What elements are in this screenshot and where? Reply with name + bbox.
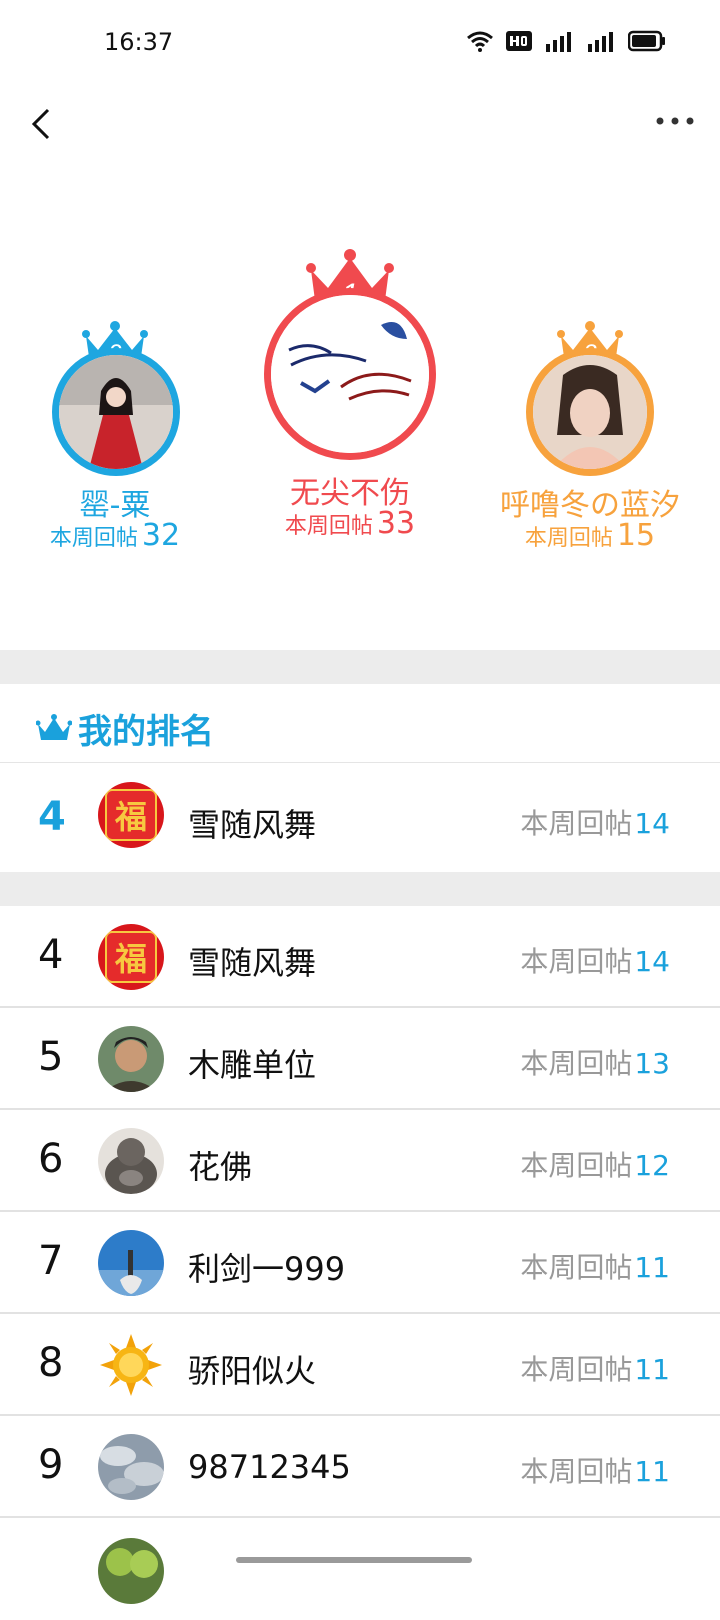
list-item[interactable]: 9 98712345 本周回帖11 [0, 1416, 720, 1518]
avatar[interactable] [98, 1332, 164, 1398]
reply-count: 本周回帖14 [520, 940, 670, 980]
avatar-first[interactable] [264, 288, 436, 460]
list-item[interactable]: 6 花佛 本周回帖12 [0, 1110, 720, 1212]
status-time: 16:37 [104, 28, 174, 56]
reply-count: 本周回帖11 [520, 1246, 670, 1286]
avatar[interactable] [98, 1230, 164, 1296]
signal-4g-icon-2 [588, 32, 613, 52]
podium-count-3: 本周回帖 15 [490, 518, 690, 553]
my-rank-number: 4 [38, 794, 66, 840]
svg-text:福: 福 [114, 940, 147, 978]
my-rank-row[interactable]: 4 福 雪随风舞 本周回帖14 [0, 762, 720, 872]
list-item[interactable]: 4 福 雪随风舞 本周回帖14 [0, 906, 720, 1008]
my-reply-count: 本周回帖14 [520, 802, 670, 842]
reply-label: 本周回帖 [520, 1251, 633, 1284]
reply-label: 本周回帖 [520, 1455, 633, 1488]
reply-number: 11 [634, 1251, 670, 1284]
user-name: 花佛 [188, 1148, 253, 1186]
avatar[interactable] [98, 1128, 164, 1194]
top-three-podium: 2 罂-粟 本周回帖32 1 [0, 160, 720, 650]
my-name: 雪随风舞 [188, 806, 317, 844]
reply-count: 本周回帖12 [520, 1144, 670, 1184]
rank-number: 5 [38, 1034, 64, 1080]
reply-number: 11 [634, 1455, 670, 1488]
podium-count-2: 本周回帖 32 [30, 518, 200, 553]
user-name: 木雕单位 [188, 1046, 317, 1084]
avatar[interactable] [98, 1538, 164, 1604]
rank-number: 9 [38, 1442, 64, 1488]
reply-number: 11 [634, 1353, 670, 1386]
reply-number: 12 [634, 1149, 670, 1182]
podium-second-place[interactable]: 2 罂-粟 本周回帖32 [30, 320, 200, 560]
podium-first-place[interactable]: 1 无尖不伤 本周回帖33 [250, 248, 450, 541]
avatar-second[interactable] [52, 348, 180, 476]
crown-icon [36, 714, 72, 740]
podium-label-2: 本周回帖 [49, 526, 138, 551]
reply-count: 本周回帖13 [520, 1042, 670, 1082]
hd-icon [506, 31, 532, 51]
reply-count: 本周回帖11 [520, 1348, 670, 1388]
rank-number: 7 [38, 1238, 64, 1284]
podium-number-3: 15 [616, 518, 656, 553]
my-avatar[interactable]: 福 [98, 782, 164, 848]
podium-label-1: 本周回帖 [284, 514, 373, 539]
list-item[interactable]: 5 木雕单位 本周回帖13 [0, 1008, 720, 1110]
reply-number: 14 [634, 945, 670, 978]
podium-third-place[interactable]: 3 呼噜冬の蓝汐 本周回帖15 [490, 320, 690, 560]
status-bar: 16:37 [0, 0, 720, 88]
list-item[interactable]: 8 骄阳似火 本周回帖11 [0, 1314, 720, 1416]
rank-number: 8 [38, 1340, 64, 1386]
avatar-third[interactable] [526, 348, 654, 476]
list-item-partial[interactable] [0, 1518, 720, 1620]
wifi-icon [467, 31, 493, 52]
rank-number: 6 [38, 1136, 64, 1182]
rank-number: 4 [38, 932, 64, 978]
user-name: 利剑一999 [188, 1250, 346, 1288]
podium-number-1: 33 [376, 506, 416, 541]
podium-count-1: 本周回帖 33 [250, 506, 450, 541]
avatar[interactable]: 福 [98, 924, 164, 990]
reply-number: 13 [634, 1047, 670, 1080]
back-arrow-icon[interactable] [26, 98, 66, 148]
user-name: 骄阳似火 [188, 1352, 317, 1390]
section-divider [0, 650, 720, 684]
my-reply-number: 14 [634, 807, 670, 840]
my-rank-header: 我的排名 [0, 684, 720, 763]
avatar[interactable] [98, 1026, 164, 1092]
user-name: 98712345 [188, 1448, 351, 1486]
reply-label: 本周回帖 [520, 1149, 633, 1182]
reply-label: 本周回帖 [520, 1047, 633, 1080]
my-reply-label: 本周回帖 [520, 807, 633, 840]
reply-label: 本周回帖 [520, 1353, 633, 1386]
podium-label-3: 本周回帖 [524, 526, 613, 551]
reply-count: 本周回帖11 [520, 1450, 670, 1490]
user-name: 雪随风舞 [188, 944, 317, 982]
svg-text:福: 福 [114, 798, 147, 836]
section-divider-2 [0, 872, 720, 906]
my-rank-title: 我的排名 [78, 712, 214, 752]
signal-4g-icon-1 [546, 32, 571, 52]
nav-bar [0, 88, 720, 158]
more-options-icon[interactable] [650, 106, 700, 136]
status-icons [466, 30, 666, 52]
list-item[interactable]: 7 利剑一999 本周回帖11 [0, 1212, 720, 1314]
avatar[interactable] [98, 1434, 164, 1500]
battery-icon [628, 30, 665, 52]
reply-label: 本周回帖 [520, 945, 633, 978]
home-indicator[interactable] [236, 1557, 472, 1563]
podium-number-2: 32 [141, 518, 181, 553]
